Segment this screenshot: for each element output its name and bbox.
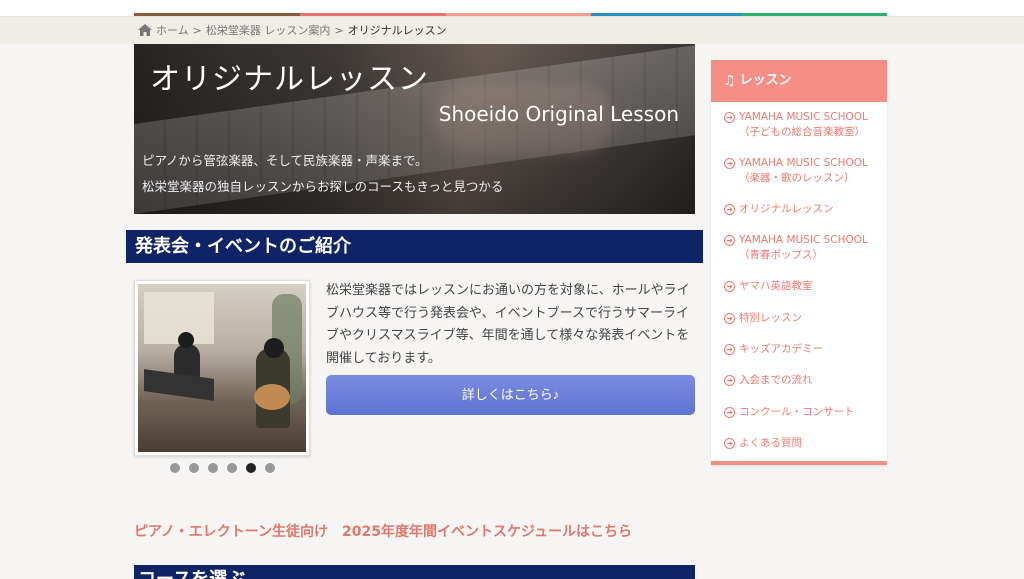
sidebar-item-original[interactable]: ➜ オリジナルレッスン <box>724 202 834 217</box>
arrow-right-icon: ➜ <box>724 158 735 169</box>
top-nav <box>0 0 1024 16</box>
hero-title: オリジナルレッスン <box>150 62 429 97</box>
event-photo-slider[interactable] <box>134 280 310 456</box>
nav-tab-3[interactable] <box>446 0 591 16</box>
arrow-right-icon: ➜ <box>724 204 735 215</box>
hero-banner: オリジナルレッスン Shoeido Original Lesson ピアノから管… <box>134 44 695 214</box>
slider-dot-active[interactable] <box>246 463 256 473</box>
nav-tab-5[interactable] <box>741 0 887 16</box>
breadcrumb-parent[interactable]: 松栄堂楽器 レッスン案内 <box>206 22 331 38</box>
course-heading: コースを選ぶ <box>134 565 695 579</box>
nav-tab-4[interactable] <box>591 0 741 16</box>
sidebar-item-kids-academy[interactable]: ➜ キッズアカデミー <box>724 342 823 357</box>
events-heading: 発表会・イベントのご紹介 <box>126 230 703 263</box>
slider-dot[interactable] <box>208 463 218 473</box>
breadcrumb-separator: > <box>334 23 344 37</box>
slider-dot[interactable] <box>189 463 199 473</box>
slider-dot[interactable] <box>170 463 180 473</box>
details-button[interactable]: 詳しくはこちら♪ <box>326 375 695 415</box>
sidebar-item-faq[interactable]: ➜ よくある質問 <box>724 436 802 451</box>
events-description: 松栄堂楽器ではレッスンにお通いの方を対象に、ホールやライブハウス等で行う発表会や… <box>326 283 690 366</box>
sidebar-item-yamaha-pops[interactable]: ➜ YAMAHA MUSIC SCHOOL （青春ポップス） <box>724 233 868 263</box>
slider-dots <box>170 463 275 473</box>
breadcrumb-home[interactable]: ホーム <box>156 22 189 38</box>
arrow-right-icon: ➜ <box>724 313 735 324</box>
sidebar-item-enrollment[interactable]: ➜ 入会までの流れ <box>724 373 813 388</box>
arrow-right-icon: ➜ <box>724 235 735 246</box>
arrow-right-icon: ➜ <box>724 112 735 123</box>
sidebar-item-special[interactable]: ➜ 特別レッスン <box>724 311 802 326</box>
breadcrumb: ホーム > 松栄堂楽器 レッスン案内 > オリジナルレッスン <box>138 22 447 38</box>
hero-caption-line2: 松栄堂楽器の独自レッスンからお探しのコースもきっと見つかる <box>142 179 504 194</box>
lesson-sidebar: ♫ レッスン ➜ YAMAHA MUSIC SCHOOL （子どもの総合音楽教室）… <box>711 60 887 465</box>
sidebar-item-yamaha-instruments[interactable]: ➜ YAMAHA MUSIC SCHOOL （楽器・歌のレッスン） <box>724 156 868 186</box>
sidebar-item-concours[interactable]: ➜ コンクール・コンサート <box>724 405 855 420</box>
sidebar-title: レッスン <box>739 73 792 88</box>
arrow-right-icon: ➜ <box>724 375 735 386</box>
arrow-right-icon: ➜ <box>724 438 735 449</box>
nav-tab-1[interactable] <box>134 0 300 16</box>
sidebar-item-english[interactable]: ➜ ヤマハ英語教室 <box>724 279 813 294</box>
sidebar-header: ♫ レッスン <box>711 60 887 102</box>
arrow-right-icon: ➜ <box>724 344 735 355</box>
slider-dot[interactable] <box>265 463 275 473</box>
breadcrumb-separator: > <box>192 23 202 37</box>
event-photo <box>138 284 306 452</box>
home-icon[interactable] <box>138 24 152 36</box>
hero-subtitle: Shoeido Original Lesson <box>438 102 679 126</box>
nav-tab-2[interactable] <box>300 0 446 16</box>
music-note-icon: ♫ <box>723 73 736 89</box>
arrow-right-icon: ➜ <box>724 281 735 292</box>
slider-dot[interactable] <box>227 463 237 473</box>
schedule-link[interactable]: ピアノ・エレクトーン生徒向け 2025年度年間イベントスケジュールはこちら <box>134 521 632 541</box>
sidebar-item-yamaha-kids[interactable]: ➜ YAMAHA MUSIC SCHOOL （子どもの総合音楽教室） <box>724 110 868 140</box>
breadcrumb-current: オリジナルレッスン <box>347 24 447 37</box>
arrow-right-icon: ➜ <box>724 407 735 418</box>
hero-caption-line1: ピアノから管弦楽器、そして民族楽器・声楽まで。 <box>142 153 428 168</box>
